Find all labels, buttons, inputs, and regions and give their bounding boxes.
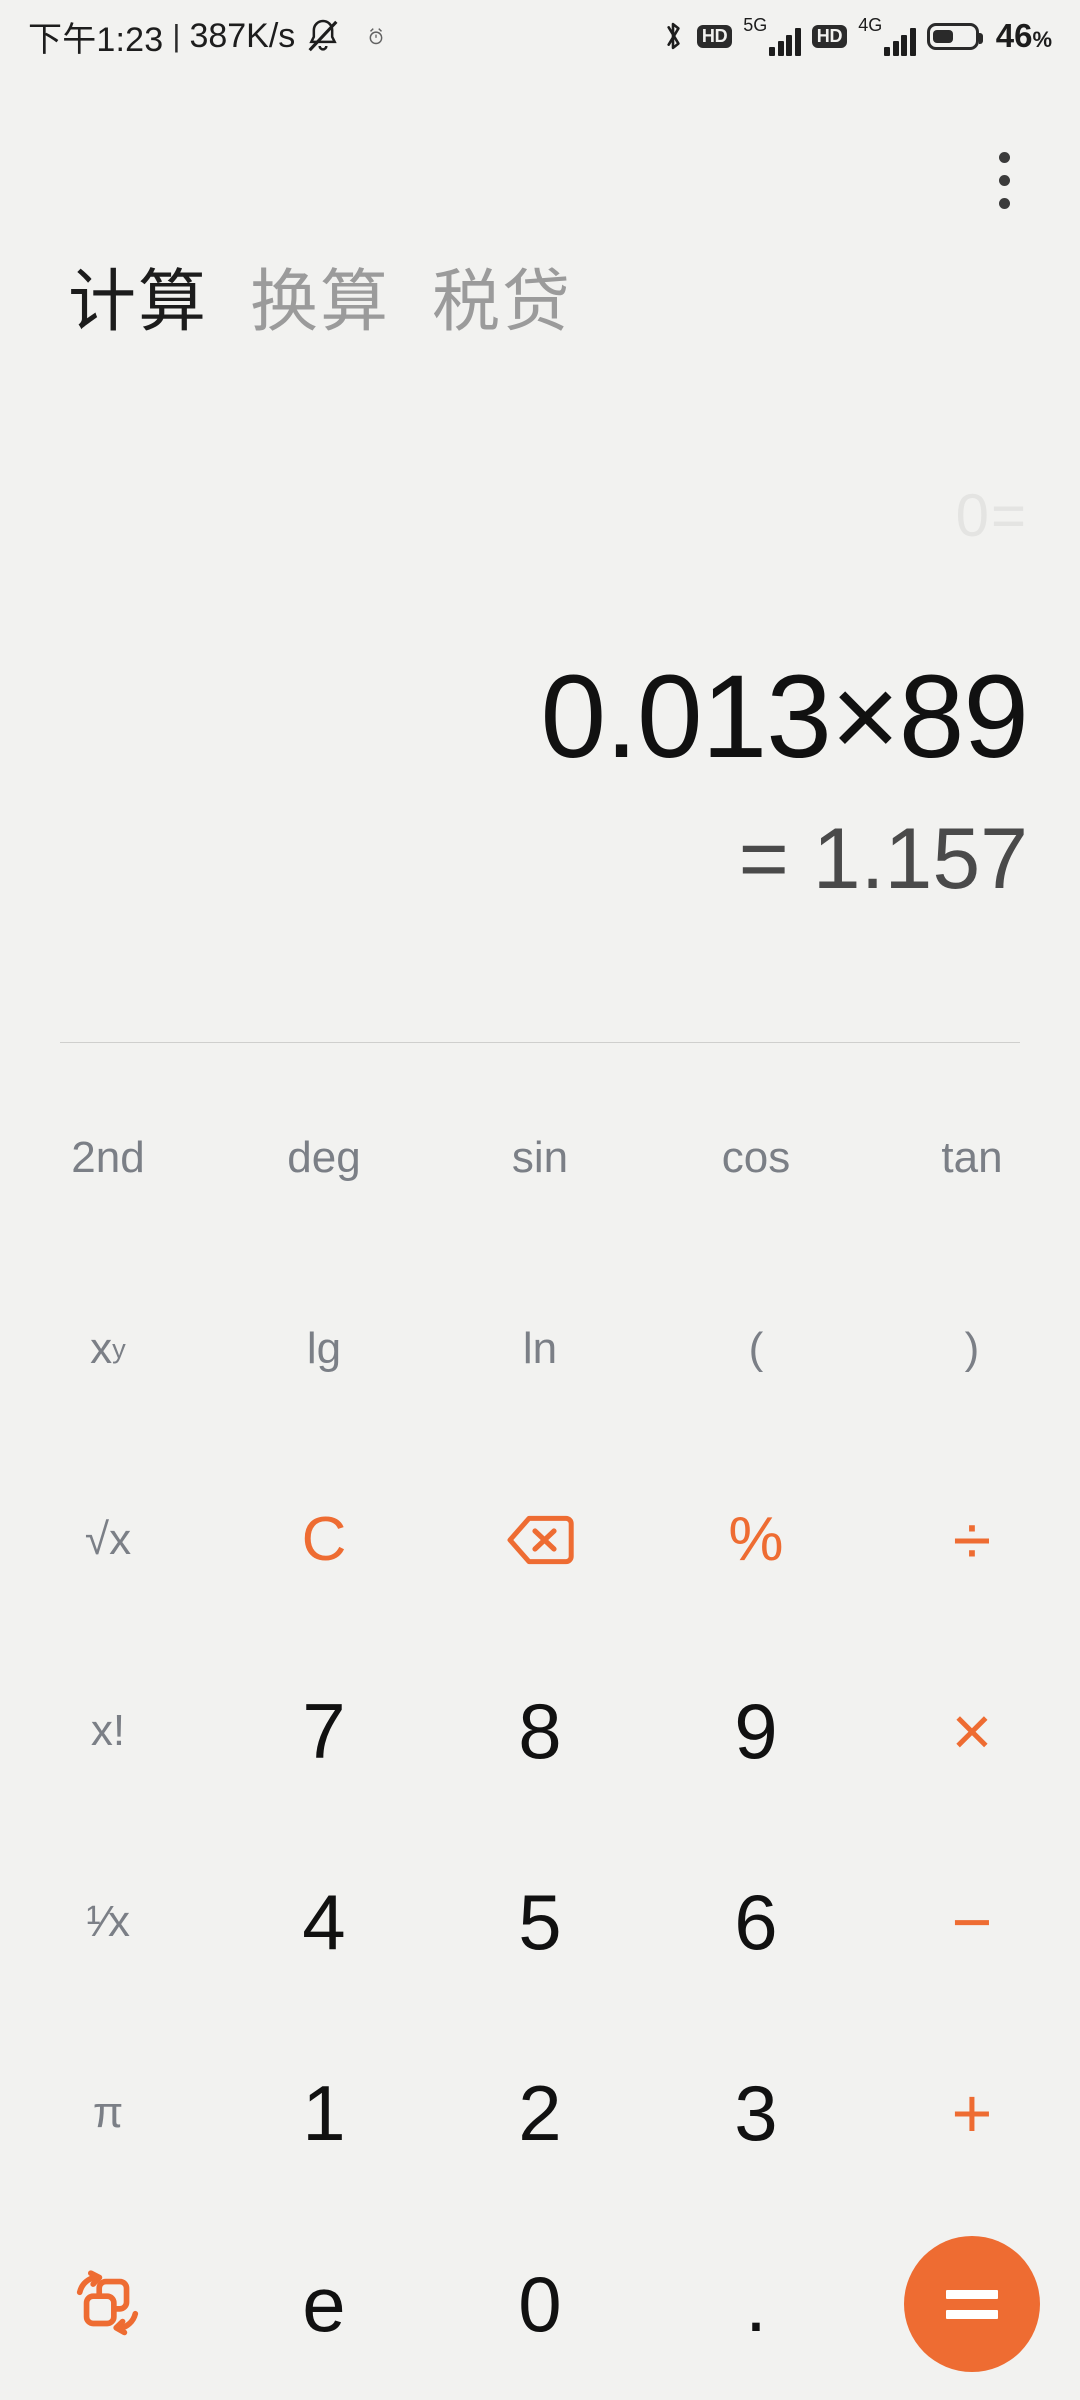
- calculator-screen: 下午1:23 | 387K/s HD 5G HD 4G 46% 计算 换算 税贷…: [0, 0, 1080, 2400]
- key-convert[interactable]: [0, 2209, 216, 2400]
- key-2[interactable]: 2: [432, 2018, 648, 2209]
- calculator-display[interactable]: 0= 0.013×89 = 1.157: [0, 420, 1080, 1040]
- sim1-network-label: 5G: [743, 15, 768, 35]
- tab-bar: 计算 换算 税贷: [68, 268, 572, 336]
- status-bar-left: 下午1:23 | 387K/s: [28, 12, 387, 61]
- key-decimal[interactable]: .: [648, 2209, 864, 2400]
- battery-icon: [926, 22, 983, 50]
- key-percent[interactable]: %: [648, 1444, 864, 1635]
- battery-percent: 46%: [995, 17, 1052, 54]
- key-6[interactable]: 6: [648, 1827, 864, 2018]
- bluetooth-icon: [660, 18, 686, 54]
- key-multiply[interactable]: ×: [864, 1635, 1080, 1826]
- equals-button[interactable]: [904, 2236, 1040, 2373]
- dot-1: [998, 151, 1010, 163]
- status-bar: 下午1:23 | 387K/s HD 5G HD 4G 46%: [0, 0, 1080, 72]
- key-factorial[interactable]: x!: [0, 1635, 216, 1826]
- sim2-network-label: 4G: [858, 15, 883, 35]
- tab-convert[interactable]: 换算: [250, 268, 390, 336]
- key-paren-close[interactable]: ): [864, 1253, 1080, 1444]
- sim1-signal-bars: [769, 26, 801, 56]
- key-1[interactable]: 1: [216, 2018, 432, 2209]
- key-plus[interactable]: +: [864, 2018, 1080, 2209]
- key-equals[interactable]: [864, 2209, 1080, 2400]
- key-lg[interactable]: lg: [216, 1253, 432, 1444]
- equals-icon: [946, 2289, 998, 2319]
- key-7[interactable]: 7: [216, 1635, 432, 1826]
- sim2-signal-bars: [884, 26, 916, 56]
- key-power[interactable]: xy: [0, 1253, 216, 1444]
- key-tan[interactable]: tan: [864, 1062, 1080, 1253]
- display-expression[interactable]: 0.013×89: [541, 658, 1029, 776]
- key-reciprocal[interactable]: ¹⁄x: [0, 1827, 216, 2018]
- sim1-signal-group: 5G: [743, 16, 801, 56]
- key-2nd[interactable]: 2nd: [0, 1062, 216, 1253]
- key-clear[interactable]: C: [216, 1444, 432, 1635]
- key-sin[interactable]: sin: [432, 1062, 648, 1253]
- display-result[interactable]: = 1.157: [739, 816, 1028, 902]
- alarm-icon: [365, 25, 387, 47]
- convert-swap-icon: [69, 2265, 147, 2343]
- key-cos[interactable]: cos: [648, 1062, 864, 1253]
- key-sqrt[interactable]: √x: [0, 1444, 216, 1635]
- backspace-icon: [504, 1512, 576, 1568]
- mute-bell-icon: [303, 16, 343, 56]
- key-3[interactable]: 3: [648, 2018, 864, 2209]
- key-power-base: x: [90, 1323, 113, 1373]
- key-minus[interactable]: −: [864, 1827, 1080, 2018]
- hd-badge-2: HD: [811, 24, 848, 48]
- key-5[interactable]: 5: [432, 1827, 648, 2018]
- key-deg[interactable]: deg: [216, 1062, 432, 1253]
- hd-badge-1: HD: [696, 24, 733, 48]
- status-bar-right: HD 5G HD 4G 46%: [660, 16, 1052, 56]
- key-divide[interactable]: ÷: [864, 1444, 1080, 1635]
- sim2-signal-group: 4G: [858, 16, 916, 56]
- key-8[interactable]: 8: [432, 1635, 648, 1826]
- dot-2: [998, 174, 1010, 186]
- key-paren-open[interactable]: (: [648, 1253, 864, 1444]
- key-ln[interactable]: ln: [432, 1253, 648, 1444]
- status-network-speed: 387K/s: [189, 16, 296, 55]
- more-options-icon[interactable]: [976, 140, 1032, 220]
- key-backspace[interactable]: [432, 1444, 648, 1635]
- key-e[interactable]: e: [216, 2209, 432, 2400]
- display-divider: [60, 1042, 1020, 1043]
- key-9[interactable]: 9: [648, 1635, 864, 1826]
- status-time: 下午1:23: [28, 20, 164, 59]
- keypad: 2nd deg sin cos tan xy lg ln ( ) √x C % …: [0, 1062, 1080, 2400]
- dot-3: [998, 197, 1010, 209]
- key-0[interactable]: 0: [432, 2209, 648, 2400]
- key-pi[interactable]: π: [0, 2018, 216, 2209]
- display-history[interactable]: 0=: [956, 486, 1028, 546]
- tab-calculate[interactable]: 计算: [68, 268, 208, 336]
- key-4[interactable]: 4: [216, 1827, 432, 2018]
- status-separator: |: [172, 18, 181, 53]
- tab-tax-loan[interactable]: 税贷: [432, 268, 572, 336]
- key-power-exponent: y: [112, 1333, 126, 1365]
